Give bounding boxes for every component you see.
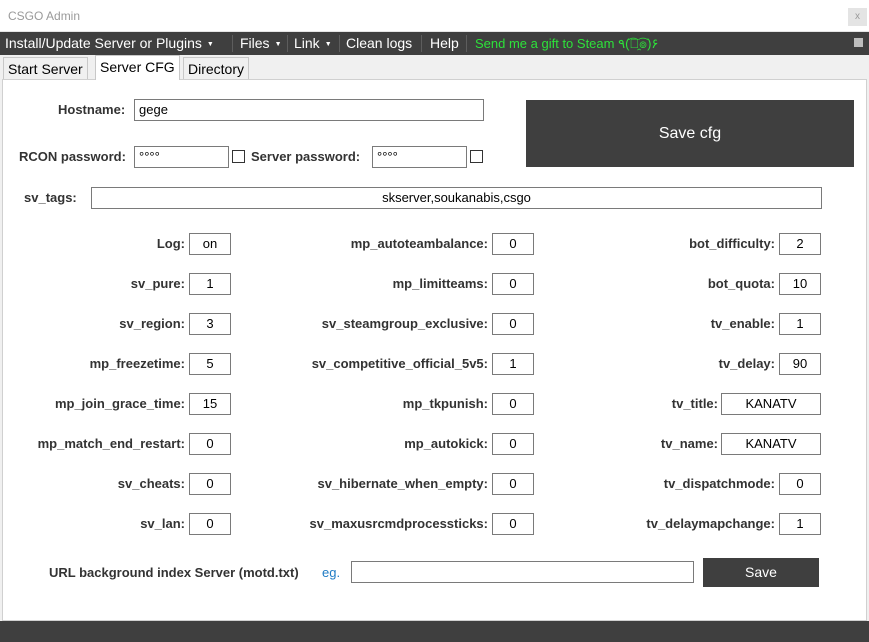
hostname-label: Hostname:: [58, 102, 126, 117]
save-url-button[interactable]: Save: [703, 558, 819, 587]
menu-separator: [339, 35, 340, 52]
sv-maxusrcmdprocessticks-input[interactable]: 0: [492, 513, 534, 535]
bot-difficulty-input[interactable]: 2: [779, 233, 821, 255]
tv-title-input[interactable]: KANATV: [721, 393, 821, 415]
sv-steamgroup-exclusive-label: sv_steamgroup_exclusive:: [321, 316, 488, 331]
menu-bar: Install/Update Server or Plugins ▼ Files ▼…: [0, 32, 869, 55]
sv-pure-input[interactable]: 1: [189, 273, 231, 295]
dropdown-caret-icon: ▼: [324, 41, 332, 48]
server-password-input[interactable]: °°°°: [372, 146, 467, 168]
save-cfg-button[interactable]: Save cfg: [526, 100, 854, 167]
bot-quota-label: bot_quota:: [707, 276, 775, 291]
mp-match-end-restart-label: mp_match_end_restart:: [37, 436, 185, 451]
tv-delay-label: tv_delay:: [718, 356, 775, 371]
mp-tkpunish-label: mp_tkpunish:: [402, 396, 488, 411]
bot-difficulty-label: bot_difficulty:: [689, 236, 775, 251]
sv-cheats-input[interactable]: 0: [189, 473, 231, 495]
dropdown-caret-icon: ▼: [206, 41, 214, 48]
close-icon: x: [855, 11, 860, 22]
sv-cheats-label: sv_cheats:: [117, 476, 185, 491]
rcon-show-checkbox[interactable]: [232, 150, 245, 163]
menu-clean-logs-label: Clean logs: [346, 35, 413, 51]
tv-dispatchmode-input[interactable]: 0: [779, 473, 821, 495]
mp-freezetime-label: mp_freezetime:: [89, 356, 185, 371]
sv-region-label: sv_region:: [119, 316, 185, 331]
tv-title-label: tv_title:: [671, 396, 718, 411]
tab-server-cfg[interactable]: Server CFG: [95, 55, 180, 80]
menu-link[interactable]: Link ▼: [294, 32, 332, 55]
server-password-show-checkbox[interactable]: [470, 150, 483, 163]
title-bar: CSGO Admin x: [0, 0, 869, 32]
menu-link-label: Link: [294, 35, 320, 51]
log-label: Log:: [156, 236, 185, 251]
rcon-password-label: RCON password:: [19, 149, 126, 164]
status-bar: [0, 621, 869, 642]
sv-tags-input[interactable]: skserver,soukanabis,csgo: [91, 187, 822, 209]
menu-help-label: Help: [430, 35, 459, 51]
tv-delaymapchange-input[interactable]: 1: [779, 513, 821, 535]
tab-directory[interactable]: Directory: [183, 57, 250, 80]
menu-files-label: Files: [240, 35, 270, 51]
url-background-label: URL background index Server (motd.txt): [49, 565, 299, 580]
menu-separator: [287, 35, 288, 52]
menu-help[interactable]: Help: [430, 32, 459, 55]
menu-overflow-icon[interactable]: [854, 38, 863, 47]
mp-join-grace-time-label: mp_join_grace_time:: [54, 396, 185, 411]
tv-dispatchmode-label: tv_dispatchmode:: [663, 476, 775, 491]
menu-install-update[interactable]: Install/Update Server or Plugins ▼: [5, 32, 214, 55]
sv-maxusrcmdprocessticks-label: sv_maxusrcmdprocessticks:: [309, 516, 489, 531]
menu-steam-gift[interactable]: Send me a gift to Steam ٩(͡๏̯͡๏)۶: [475, 32, 658, 55]
tv-name-input[interactable]: KANATV: [721, 433, 821, 455]
dropdown-caret-icon: ▼: [274, 41, 282, 48]
mp-freezetime-input[interactable]: 5: [189, 353, 231, 375]
menu-clean-logs[interactable]: Clean logs: [346, 32, 412, 55]
mp-join-grace-time-input[interactable]: 15: [189, 393, 231, 415]
sv-tags-label: sv_tags:: [24, 190, 77, 205]
bot-quota-input[interactable]: 10: [779, 273, 821, 295]
log-input[interactable]: on: [189, 233, 231, 255]
sv-steamgroup-exclusive-input[interactable]: 0: [492, 313, 534, 335]
tv-delay-input[interactable]: 90: [779, 353, 821, 375]
hostname-input[interactable]: gege: [134, 99, 484, 121]
tv-delaymapchange-label: tv_delaymapchange:: [646, 516, 775, 531]
menu-install-update-label: Install/Update Server or Plugins: [5, 35, 202, 51]
tv-name-label: tv_name:: [660, 436, 718, 451]
menu-separator: [466, 35, 467, 52]
menu-files[interactable]: Files ▼: [240, 32, 282, 55]
mp-limitteams-label: mp_limitteams:: [392, 276, 488, 291]
tab-start-server[interactable]: Start Server: [3, 57, 88, 80]
sv-competitive-official-5v5-input[interactable]: 1: [492, 353, 534, 375]
tv-enable-input[interactable]: 1: [779, 313, 821, 335]
sv-pure-label: sv_pure:: [130, 276, 185, 291]
window-title: CSGO Admin: [8, 9, 81, 23]
url-background-input[interactable]: [351, 561, 694, 583]
mp-limitteams-input[interactable]: 0: [492, 273, 534, 295]
sv-hibernate-when-empty-label: sv_hibernate_when_empty:: [317, 476, 488, 491]
menu-separator: [421, 35, 422, 52]
mp-autokick-label: mp_autokick:: [404, 436, 488, 451]
sv-region-input[interactable]: 3: [189, 313, 231, 335]
server-password-label: Server password:: [251, 149, 361, 164]
close-button[interactable]: x: [848, 8, 867, 26]
mp-autoteambalance-label: mp_autoteambalance:: [350, 236, 488, 251]
url-example-link[interactable]: eg.: [322, 565, 340, 580]
menu-separator: [232, 35, 233, 52]
rcon-password-input[interactable]: °°°°: [134, 146, 229, 168]
sv-lan-input[interactable]: 0: [189, 513, 231, 535]
tv-enable-label: tv_enable:: [710, 316, 775, 331]
sv-competitive-official-5v5-label: sv_competitive_official_5v5:: [311, 356, 488, 371]
sv-hibernate-when-empty-input[interactable]: 0: [492, 473, 534, 495]
mp-match-end-restart-input[interactable]: 0: [189, 433, 231, 455]
sv-lan-label: sv_lan:: [140, 516, 185, 531]
server-cfg-panel: Hostname: gege RCON password: °°°° Serve…: [2, 79, 867, 621]
mp-autoteambalance-input[interactable]: 0: [492, 233, 534, 255]
